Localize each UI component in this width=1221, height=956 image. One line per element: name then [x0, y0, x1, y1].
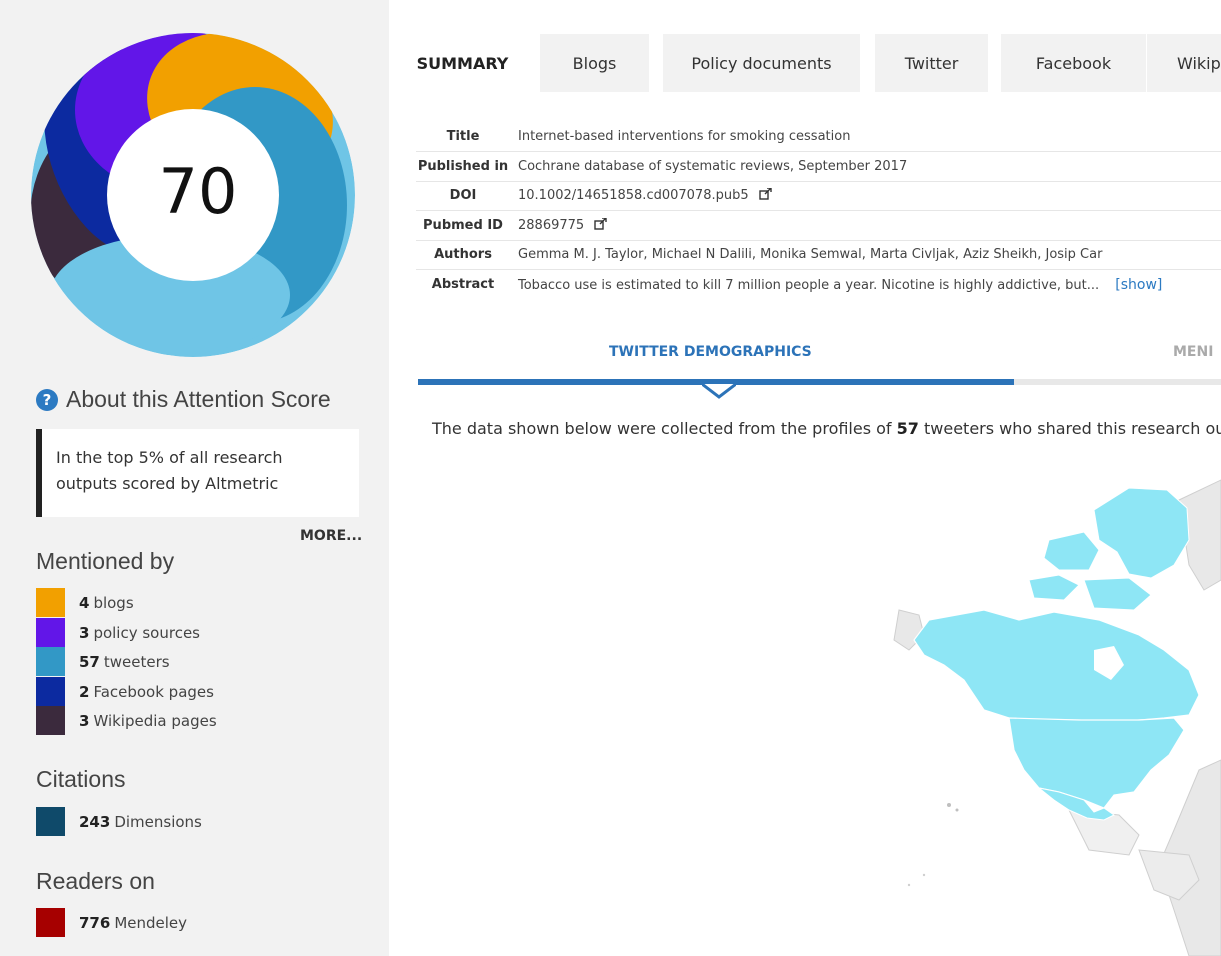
doi-key: DOI: [416, 181, 514, 211]
tweeters-label: tweeters: [103, 652, 170, 671]
about-score-link[interactable]: ? About this Attention Score: [36, 386, 331, 413]
map-island: [907, 883, 911, 887]
authors-value: Gemma M. J. Taylor, Michael N Dalili, Mo…: [514, 240, 1221, 270]
mention-facebook[interactable]: 2 Facebook pages: [36, 677, 214, 706]
demographics-intro: The data shown below were collected from…: [432, 419, 1221, 438]
attention-score: 70: [158, 155, 238, 228]
facebook-label: Facebook pages: [93, 682, 214, 701]
intro-after: tweeters who shared this research ou: [918, 419, 1221, 438]
policy-count: 3: [79, 623, 90, 642]
tab-facebook[interactable]: Facebook: [1001, 34, 1146, 92]
tab-twitter[interactable]: Twitter: [875, 34, 988, 92]
mendeley-swatch: [36, 908, 65, 937]
policy-label: policy sources: [93, 623, 200, 642]
title-value: Internet-based interventions for smoking…: [514, 122, 1221, 152]
map-island: [947, 803, 951, 807]
dimensions-swatch: [36, 807, 65, 836]
pubmed-cell: 28869775: [514, 210, 1221, 241]
tab-wikipedia[interactable]: Wikip: [1147, 34, 1221, 92]
wikipedia-swatch: [36, 706, 65, 735]
sidebar: 70 ? About this Attention Score In the t…: [0, 0, 389, 956]
table-row: Title Internet-based interventions for s…: [416, 122, 1221, 152]
mention-blogs[interactable]: 4 blogs: [36, 588, 134, 617]
mention-tweeters[interactable]: 57 tweeters: [36, 647, 170, 676]
doi-link[interactable]: 10.1002/14651858.cd007078.pub5: [518, 188, 749, 203]
pubmed-key: Pubmed ID: [416, 210, 514, 241]
tab-blogs[interactable]: Blogs: [540, 34, 649, 92]
map-region-usa: [1008, 717, 1185, 809]
facebook-count: 2: [79, 682, 90, 701]
policy-swatch: [36, 618, 65, 647]
tweeters-count: 57: [79, 652, 100, 671]
intro-before: The data shown below were collected from…: [432, 419, 897, 438]
table-row: Pubmed ID 28869775: [416, 210, 1221, 241]
table-row: Abstract Tobacco use is estimated to kil…: [416, 270, 1221, 300]
table-row: Published in Cochrane database of system…: [416, 151, 1221, 182]
citations-heading: Citations: [36, 766, 126, 792]
tweeter-world-map[interactable]: [889, 470, 1221, 956]
dimensions-count: 243: [79, 812, 111, 831]
blogs-label: blogs: [93, 593, 134, 612]
map-island: [922, 873, 926, 877]
mendeley-label: Mendeley: [114, 913, 188, 932]
pubmed-link[interactable]: 28869775: [518, 218, 584, 233]
mention-policy[interactable]: 3 policy sources: [36, 618, 200, 647]
about-score-label: About this Attention Score: [66, 386, 331, 412]
external-link-icon[interactable]: [759, 188, 773, 200]
tweeters-swatch: [36, 647, 65, 676]
map-region-canada: [913, 609, 1200, 723]
subtab-inactive-bar: [1014, 379, 1221, 385]
map-region-arctic: [1028, 574, 1080, 601]
map-region-arctic: [1093, 487, 1190, 579]
question-icon: ?: [36, 388, 58, 411]
blogs-count: 4: [79, 593, 90, 612]
dimensions-label: Dimensions: [114, 812, 202, 831]
mentioned-by-heading: Mentioned by: [36, 548, 175, 574]
table-row: Authors Gemma M. J. Taylor, Michael N Da…: [416, 240, 1221, 270]
subtab-mendeley[interactable]: MENI: [1173, 344, 1213, 360]
citation-dimensions[interactable]: 243 Dimensions: [36, 807, 202, 836]
reader-mendeley[interactable]: 776 Mendeley: [36, 908, 187, 937]
title-key: Title: [416, 122, 514, 152]
blogs-swatch: [36, 588, 65, 617]
subtab-pointer-icon: [702, 384, 736, 399]
tab-policy-documents[interactable]: Policy documents: [663, 34, 860, 92]
subtab-twitter-demographics[interactable]: TWITTER DEMOGRAPHICS: [609, 344, 812, 360]
more-link[interactable]: MORE...: [300, 528, 362, 544]
table-row: DOI 10.1002/14651858.cd007078.pub5: [416, 181, 1221, 211]
published-key: Published in: [416, 151, 514, 182]
article-metadata-table: Title Internet-based interventions for s…: [416, 122, 1221, 299]
published-value: Cochrane database of systematic reviews,…: [514, 151, 1221, 182]
mention-wikipedia[interactable]: 3 Wikipedia pages: [36, 706, 217, 735]
wikipedia-count: 3: [79, 711, 90, 730]
score-context-callout: In the top 5% of all research outputs sc…: [36, 429, 359, 517]
mendeley-count: 776: [79, 913, 111, 932]
abstract-cell: Tobacco use is estimated to kill 7 milli…: [514, 270, 1221, 300]
abstract-value: Tobacco use is estimated to kill 7 milli…: [518, 277, 1100, 293]
show-abstract-link[interactable]: [show]: [1115, 277, 1162, 293]
external-link-icon[interactable]: [594, 217, 608, 230]
wikipedia-label: Wikipedia pages: [93, 711, 217, 730]
main-panel: SUMMARY Blogs Policy documents Twitter F…: [389, 0, 1221, 956]
tab-summary[interactable]: SUMMARY: [390, 34, 535, 92]
doi-cell: 10.1002/14651858.cd007078.pub5: [514, 181, 1221, 211]
tab-bar: SUMMARY Blogs Policy documents Twitter F…: [389, 0, 1221, 92]
readers-heading: Readers on: [36, 868, 155, 894]
intro-count: 57: [896, 419, 919, 438]
map-region-arctic: [1043, 531, 1100, 571]
map-region-arctic: [1083, 577, 1152, 611]
abstract-key: Abstract: [431, 277, 495, 292]
map-island: [955, 808, 959, 812]
facebook-swatch: [36, 677, 65, 706]
authors-key: Authors: [416, 240, 514, 270]
